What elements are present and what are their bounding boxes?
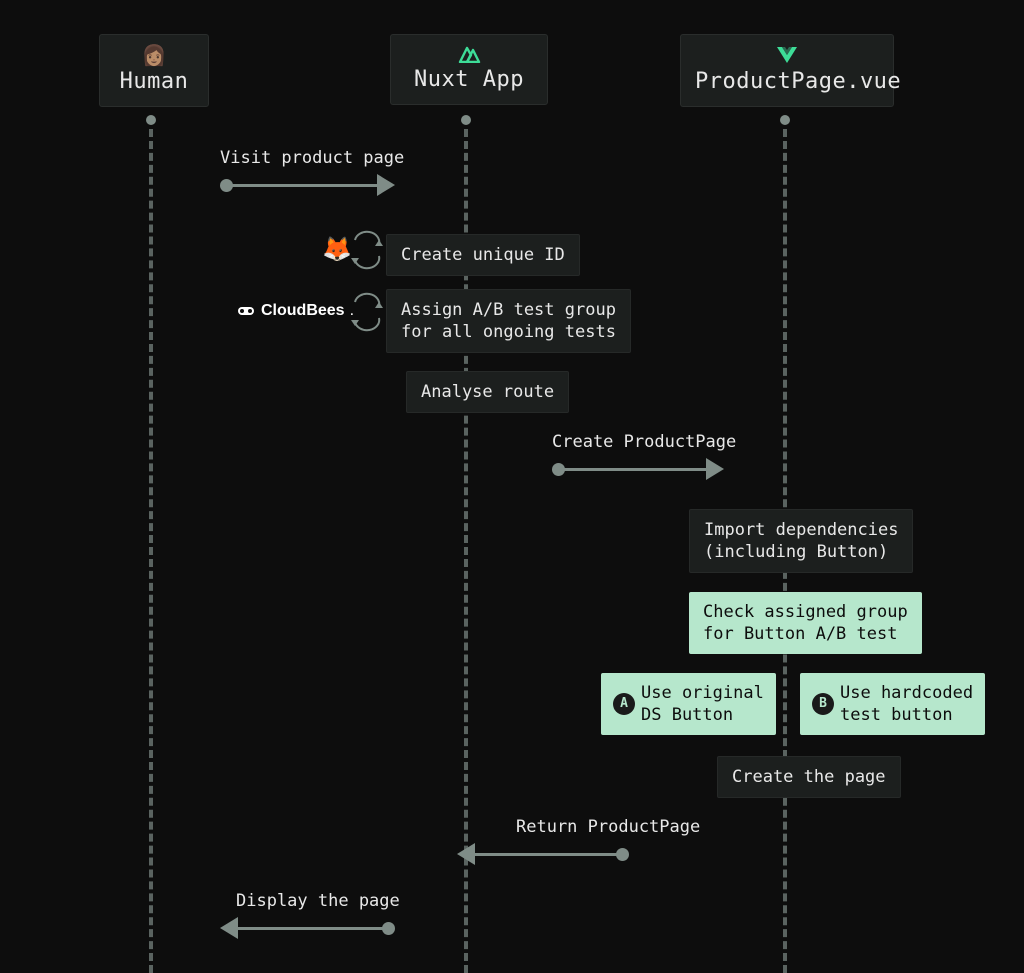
participant-nuxt: Nuxt App bbox=[390, 34, 548, 105]
vue-icon bbox=[775, 45, 799, 65]
note-option-b: B Use hardcoded test button bbox=[800, 673, 985, 735]
sequence-diagram: 👩🏽 Human Nuxt App ProductPage.vue Visit … bbox=[0, 0, 1024, 973]
note-import-deps: Import dependencies (including Button) bbox=[689, 509, 913, 573]
message-label-return: Return ProductPage bbox=[516, 817, 700, 837]
note-assign-group: Assign A/B test group for all ongoing te… bbox=[386, 289, 631, 353]
participant-label: ProductPage.vue bbox=[695, 69, 879, 94]
participant-label: Human bbox=[114, 69, 194, 94]
note-create-page: Create the page bbox=[717, 756, 901, 798]
cloudbees-logo: CloudBees. bbox=[236, 302, 354, 320]
note-option-a: A Use original DS Button bbox=[601, 673, 776, 735]
woman-emoji: 👩🏽 bbox=[142, 45, 167, 65]
message-label-visit: Visit product page bbox=[220, 148, 404, 168]
message-label-create-productpage: Create ProductPage bbox=[552, 432, 736, 452]
note-create-unique-id: Create unique ID bbox=[386, 234, 580, 276]
note-analyse-route: Analyse route bbox=[406, 371, 569, 413]
self-loop-unique-id bbox=[347, 232, 387, 268]
lifeline-human bbox=[149, 115, 153, 973]
participant-human: 👩🏽 Human bbox=[99, 34, 209, 107]
message-label-display: Display the page bbox=[236, 891, 400, 911]
participant-productpage: ProductPage.vue bbox=[680, 34, 894, 107]
nuxt-icon bbox=[456, 45, 482, 63]
badge-a: A bbox=[613, 693, 635, 715]
note-check-group: Check assigned group for Button A/B test bbox=[689, 592, 922, 654]
participant-label: Nuxt App bbox=[405, 67, 533, 92]
badge-b: B bbox=[812, 693, 834, 715]
self-loop-assign-group bbox=[347, 294, 387, 330]
